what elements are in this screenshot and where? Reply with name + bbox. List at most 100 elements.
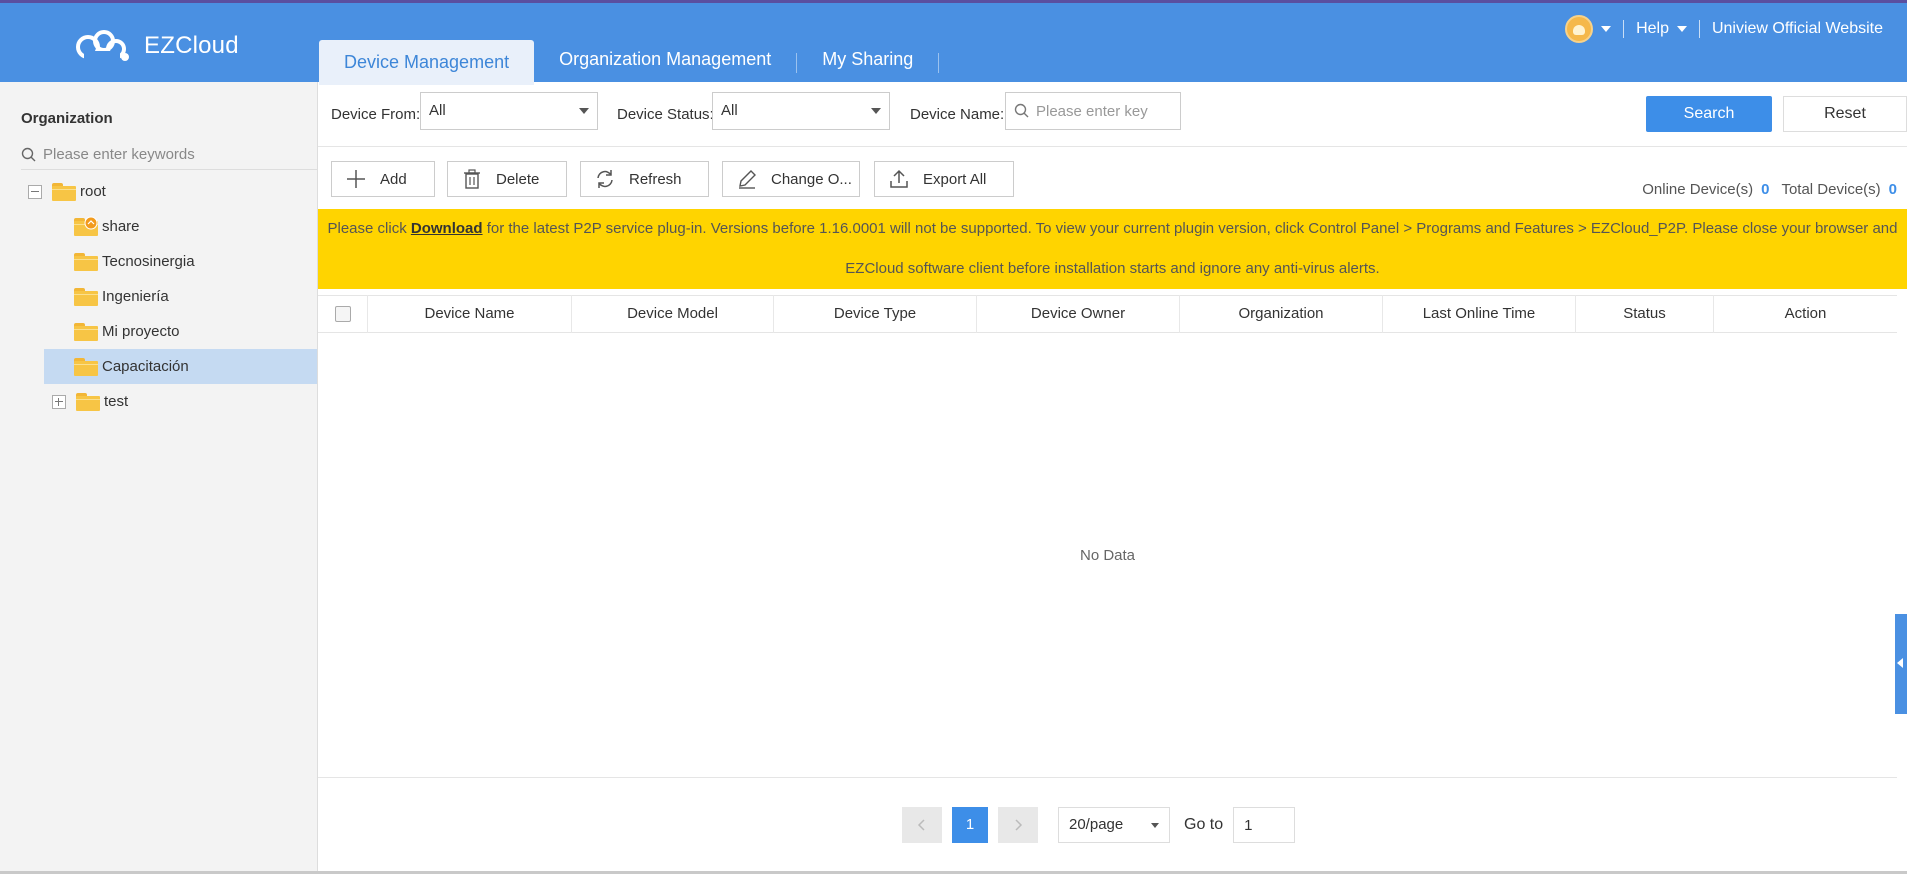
- notice-prefix: Please click: [327, 220, 411, 237]
- goto-page-input[interactable]: [1233, 807, 1296, 843]
- organization-search-input[interactable]: [43, 146, 293, 163]
- header-actions: Help Uniview Official Website: [1565, 15, 1883, 43]
- refresh-button[interactable]: Refresh: [580, 161, 709, 197]
- filter-bar: Device From: All Device Status: All Devi…: [318, 82, 1907, 147]
- device-from-value: All: [429, 102, 446, 119]
- column-device-name[interactable]: Device Name: [368, 295, 572, 333]
- logo: EZCloud: [74, 29, 239, 63]
- empty-state-text: No Data: [1079, 547, 1136, 564]
- chevron-left-icon: [917, 819, 925, 831]
- tab-device-management[interactable]: Device Management: [319, 40, 535, 85]
- device-status-label: Device Status:: [617, 106, 714, 123]
- search-icon: [1014, 103, 1029, 118]
- device-status-value: All: [721, 102, 738, 119]
- change-owner-button[interactable]: Change O...: [722, 161, 860, 197]
- sidebar-title: Organization: [21, 110, 113, 127]
- chevron-down-icon: [1151, 823, 1159, 828]
- export-all-button[interactable]: Export All: [874, 161, 1014, 197]
- goto-label: Go to: [1184, 816, 1224, 833]
- official-website-link[interactable]: Uniview Official Website: [1712, 20, 1883, 38]
- tab-my-sharing[interactable]: My Sharing: [797, 37, 938, 82]
- folder-icon: [74, 287, 98, 306]
- search-button[interactable]: Search: [1646, 96, 1772, 132]
- tree-node-mi-proyecto[interactable]: Mi proyecto: [74, 314, 180, 349]
- tree-node-capacitacion[interactable]: Capacitación: [44, 349, 317, 384]
- tab-organization-management[interactable]: Organization Management: [534, 37, 796, 82]
- plugin-notice-banner: Please click Download for the latest P2P…: [318, 209, 1907, 289]
- table-bottom-border: [318, 777, 1897, 778]
- change-owner-label: Change O...: [771, 170, 852, 188]
- select-all-checkbox[interactable]: [334, 306, 351, 322]
- plus-icon: [347, 170, 365, 188]
- header-divider: [1698, 20, 1700, 38]
- tree-node-label: root: [80, 183, 106, 200]
- next-page-button[interactable]: [998, 807, 1038, 843]
- tree-node-root[interactable]: root: [28, 174, 106, 209]
- folder-icon: [76, 392, 100, 411]
- notice-line-2: EZCloud software client before installat…: [845, 260, 1380, 277]
- device-from-select[interactable]: All: [420, 92, 598, 130]
- tree-node-label: share: [102, 218, 140, 235]
- notice-text: for the latest P2P service plug-in. Vers…: [482, 220, 1898, 237]
- main-tabs: Device Management Organization Managemen…: [319, 37, 940, 85]
- prev-page-button[interactable]: [902, 807, 942, 843]
- search-icon: [21, 147, 36, 161]
- total-devices-label: Total Device(s): [1781, 181, 1881, 198]
- action-toolbar: Add Delete Refresh Change O... Export Al…: [318, 147, 1907, 209]
- page-size-select[interactable]: 20/page: [1058, 807, 1170, 843]
- chevron-right-icon: [1015, 819, 1023, 831]
- tree-node-tecnosinergia[interactable]: Tecnosinergia: [74, 244, 195, 279]
- collapse-icon[interactable]: [28, 184, 42, 199]
- folder-icon: [74, 252, 98, 271]
- device-status-select[interactable]: All: [712, 92, 890, 130]
- trash-icon: [464, 169, 480, 189]
- tree-node-ingenieria[interactable]: Ingeniería: [74, 279, 169, 314]
- tree-node-share[interactable]: share: [74, 209, 140, 244]
- column-last-online-time[interactable]: Last Online Time: [1383, 295, 1576, 333]
- pagination: 1 20/page Go to: [902, 807, 1296, 843]
- help-menu[interactable]: Help: [1636, 20, 1669, 38]
- add-button[interactable]: Add: [331, 161, 435, 197]
- chevron-down-icon[interactable]: [1676, 26, 1687, 32]
- download-link[interactable]: Download: [411, 220, 483, 237]
- tab-divider: [938, 53, 940, 73]
- column-device-model[interactable]: Device Model: [572, 295, 774, 333]
- top-header: EZCloud Device Management Organization M…: [0, 0, 1907, 85]
- tree-node-test[interactable]: test: [52, 384, 128, 419]
- organization-sidebar: Organization root share Tecnosinergia In: [0, 82, 318, 874]
- select-all-cell: [318, 295, 368, 333]
- column-device-owner[interactable]: Device Owner: [977, 295, 1180, 333]
- refresh-icon: [597, 170, 613, 188]
- folder-icon: [74, 322, 98, 341]
- column-organization[interactable]: Organization: [1180, 295, 1383, 333]
- main-content: Device From: All Device Status: All Devi…: [318, 82, 1907, 874]
- online-devices-label: Online Device(s): [1642, 181, 1754, 198]
- delete-button[interactable]: Delete: [447, 161, 567, 197]
- tree-node-label: Tecnosinergia: [102, 253, 195, 270]
- refresh-label: Refresh: [629, 170, 682, 188]
- add-label: Add: [380, 170, 407, 188]
- app-root: EZCloud Device Management Organization M…: [0, 0, 1907, 874]
- device-name-input[interactable]: [1036, 102, 1166, 120]
- delete-label: Delete: [496, 170, 540, 188]
- collapse-panel-handle[interactable]: [1895, 614, 1907, 714]
- chevron-down-icon[interactable]: [1601, 26, 1612, 32]
- notice-line-1: Please click Download for the latest P2P…: [326, 209, 1899, 249]
- tree-node-label: test: [104, 393, 129, 410]
- reset-button[interactable]: Reset: [1783, 96, 1907, 132]
- column-device-type[interactable]: Device Type: [774, 295, 977, 333]
- sidebar-search: [21, 140, 317, 170]
- share-icon: [84, 216, 98, 229]
- tree-node-label: Mi proyecto: [102, 323, 180, 340]
- avatar[interactable]: [1565, 15, 1594, 43]
- device-name-field[interactable]: [1005, 92, 1181, 130]
- logo-text: EZCloud: [144, 32, 239, 59]
- page-number-current[interactable]: 1: [952, 807, 988, 843]
- chevron-down-icon: [871, 108, 881, 114]
- expand-icon[interactable]: [52, 394, 66, 409]
- export-all-label: Export All: [923, 170, 987, 188]
- total-devices-count: 0: [1888, 181, 1897, 198]
- export-icon: [890, 169, 908, 188]
- column-status[interactable]: Status: [1576, 295, 1714, 333]
- device-counts: Online Device(s) 0 Total Device(s) 0: [1642, 181, 1897, 198]
